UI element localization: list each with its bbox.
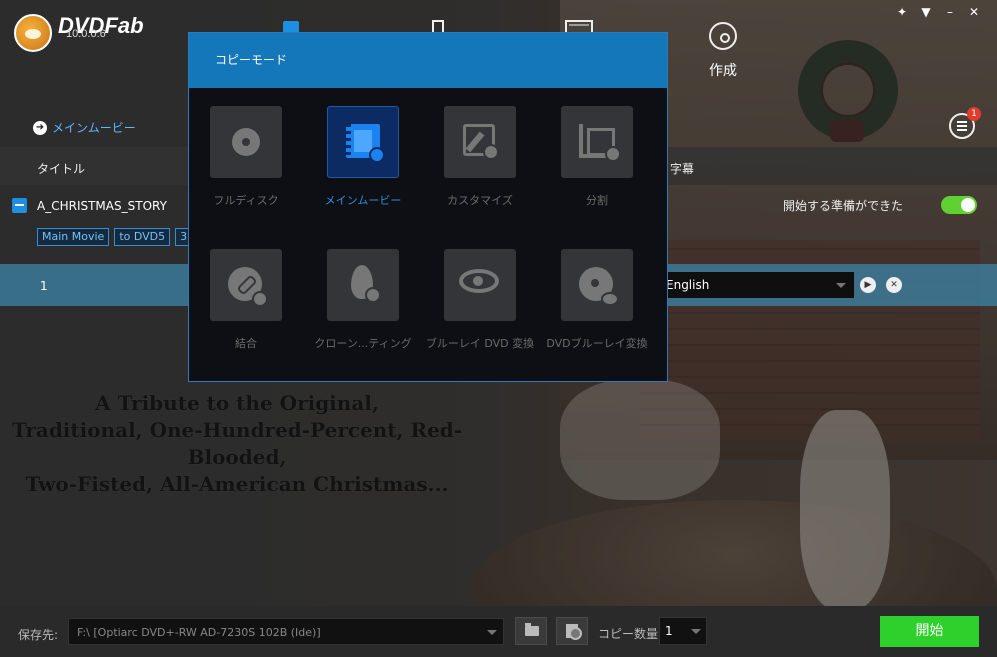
task-queue-button[interactable]: 1 (949, 107, 981, 139)
list-icon (957, 121, 967, 131)
copies-label: コピー数量 (598, 627, 659, 641)
close-icon[interactable]: ✕ (965, 4, 983, 20)
window-controls: ✦ ▼ – ✕ (893, 4, 983, 20)
mode-label: クローン...ティング (314, 337, 412, 350)
app-version: 10.0.0.6 (66, 28, 106, 40)
merge-icon (210, 249, 282, 321)
browse-folder-button[interactable] (515, 617, 547, 645)
mode-clone[interactable]: クローン...ティング (303, 249, 423, 351)
mode-label: 分割 (586, 194, 608, 207)
play-icon[interactable]: ▶ (860, 277, 876, 293)
chevron-down-icon (487, 630, 497, 635)
header-subtitle: 字幕 (670, 162, 695, 176)
ready-status: 開始する準備ができた (783, 199, 904, 213)
mode-full-disc[interactable]: フルディスク (186, 106, 306, 208)
save-iso-button[interactable] (556, 617, 588, 645)
title-enable-toggle[interactable] (941, 196, 977, 214)
skin-icon[interactable]: ✦ (893, 4, 911, 20)
mode-merge[interactable]: 結合 (186, 249, 306, 351)
save-to-label: 保存先: (18, 628, 59, 642)
subtitle-select[interactable]: English (658, 272, 854, 298)
iso-file-icon (566, 624, 582, 640)
mode-label: 結合 (235, 337, 257, 350)
save-path-select[interactable]: F:\ [Optiarc DVD+-RW AD-7230S 102B (Ide)… (68, 618, 504, 645)
mode-bluray-dvd[interactable]: ブルーレイ DVD 変換 (420, 249, 540, 351)
clone-icon (327, 249, 399, 321)
popup-title: コピーモード (189, 33, 667, 88)
mode-label: DVDブルーレイ変換 (546, 337, 648, 350)
copies-select[interactable]: 1 (659, 617, 707, 645)
nav-create[interactable]: 作成 (700, 22, 746, 80)
mode-label: カスタマイズ (447, 194, 513, 207)
disc-create-icon (709, 22, 737, 50)
track-number: 1 (40, 279, 48, 293)
minimize-icon[interactable]: – (941, 4, 959, 20)
bluray-dvd-icon (444, 249, 516, 321)
split-icon (561, 106, 633, 178)
main-movie-tag[interactable]: Main Movie (37, 228, 110, 246)
menu-icon[interactable]: ▼ (917, 4, 935, 20)
mode-label: フルディスク (213, 194, 279, 207)
mode-customize[interactable]: カスタマイズ (420, 106, 540, 208)
mode-label: ブルーレイ DVD 変換 (425, 337, 535, 350)
dvdfab-mascot-icon (14, 14, 52, 52)
output-format-tag[interactable]: to DVD5 (114, 228, 171, 246)
folder-icon (525, 623, 539, 636)
chevron-down-icon (691, 629, 701, 634)
mode-label: メインムービー (324, 194, 402, 207)
arrow-right-icon: ➜ (33, 120, 47, 135)
customize-icon (444, 106, 516, 178)
copy-mode-label: メインムービー (52, 121, 136, 135)
copy-mode-link[interactable]: ➜ メインムービー (33, 119, 136, 136)
title-tags: Main Movie to DVD5 380 (37, 228, 207, 246)
chevron-down-icon (836, 283, 846, 288)
copy-mode-popup: コピーモード フルディスク メインムービー カスタマイズ 分割 結合 クローン.… (188, 32, 668, 382)
title-checkbox[interactable] (12, 198, 27, 213)
mode-split[interactable]: 分割 (537, 106, 657, 208)
queue-badge: 1 (967, 107, 981, 121)
mode-dvd-bluray[interactable]: DVDブルーレイ変換 (537, 249, 657, 351)
remove-icon[interactable]: ✕ (886, 277, 902, 293)
nav-create-label: 作成 (709, 63, 737, 79)
copies-value: 1 (665, 624, 673, 638)
save-path-value: F:\ [Optiarc DVD+-RW AD-7230S 102B (Ide)… (77, 626, 321, 639)
full-disc-icon (210, 106, 282, 178)
main-movie-icon (327, 106, 399, 178)
start-button[interactable]: 開始 (880, 616, 979, 647)
mode-main-movie[interactable]: メインムービー (303, 106, 423, 208)
header-title: タイトル (37, 162, 86, 176)
dvd-bluray-icon (561, 249, 633, 321)
subtitle-select-value: English (666, 278, 710, 292)
title-name: A_CHRISTMAS_STORY (37, 199, 167, 213)
